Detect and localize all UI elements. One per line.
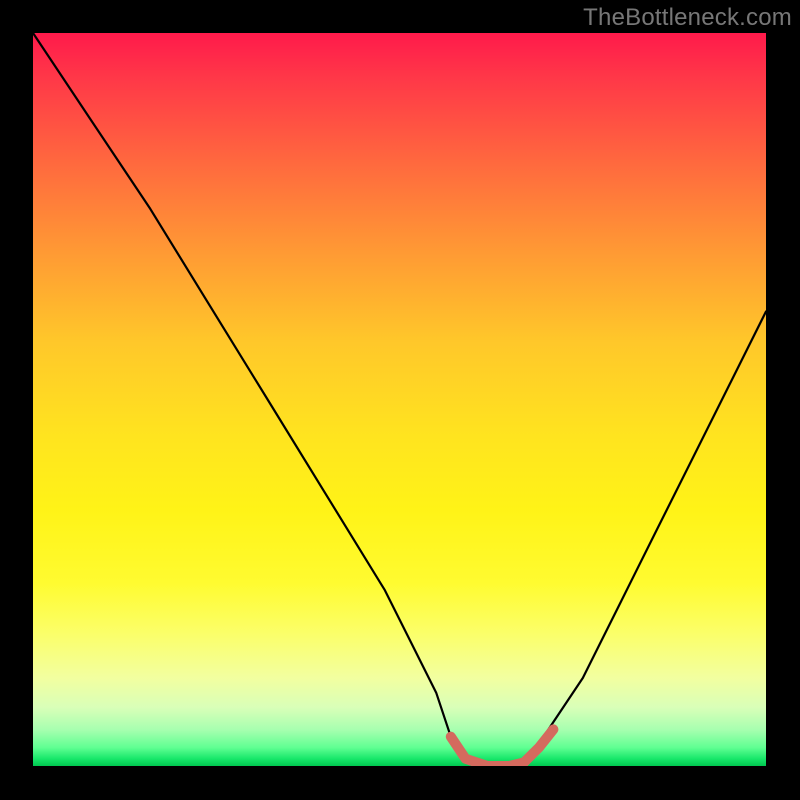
bottleneck-curve-path: [33, 33, 766, 766]
attribution-label: TheBottleneck.com: [583, 4, 792, 32]
plot-area: [33, 33, 766, 766]
optimal-range-marker-path: [451, 729, 554, 766]
chart-svg: [33, 33, 766, 766]
chart-frame: TheBottleneck.com: [0, 0, 800, 800]
